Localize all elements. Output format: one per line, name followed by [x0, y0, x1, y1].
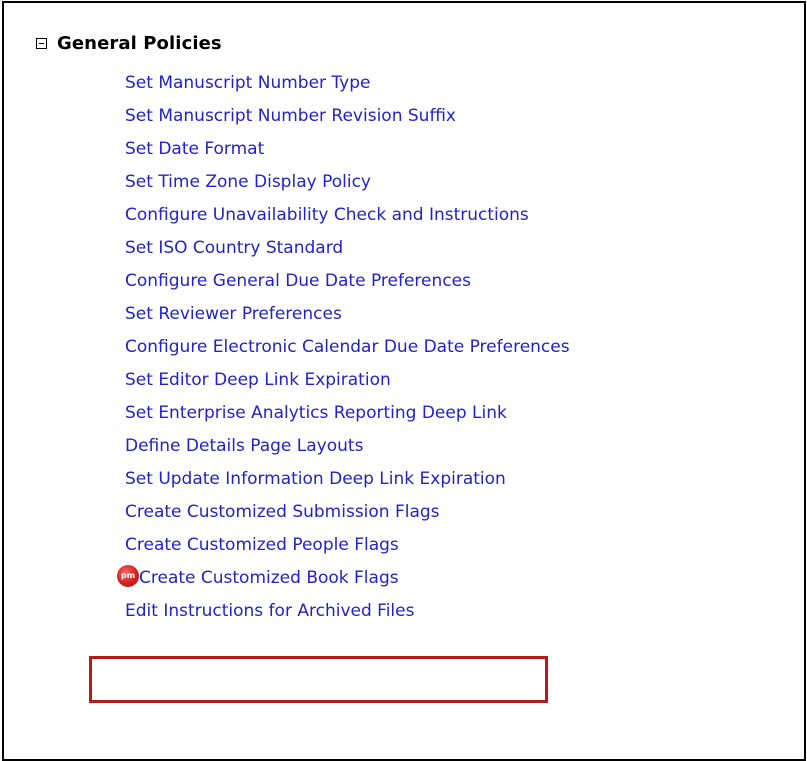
link-set-manuscript-number-type[interactable]: Set Manuscript Number Type — [125, 73, 370, 93]
link-set-date-format[interactable]: Set Date Format — [125, 139, 264, 159]
link-set-manuscript-number-revision-suffix[interactable]: Set Manuscript Number Revision Suffix — [125, 106, 456, 126]
link-set-enterprise-analytics-deep-link[interactable]: Set Enterprise Analytics Reporting Deep … — [125, 403, 507, 423]
list-item: Set Enterprise Analytics Reporting Deep … — [125, 396, 570, 429]
link-set-editor-deep-link-expiration[interactable]: Set Editor Deep Link Expiration — [125, 370, 391, 390]
link-create-customized-people-flags[interactable]: Create Customized People Flags — [125, 535, 399, 555]
link-set-time-zone-display-policy[interactable]: Set Time Zone Display Policy — [125, 172, 371, 192]
list-item: Set Manuscript Number Type — [125, 66, 570, 99]
link-configure-general-due-date-preferences[interactable]: Configure General Due Date Preferences — [125, 271, 471, 291]
list-item: Edit Instructions for Archived Files — [125, 594, 570, 627]
policy-link-list: Set Manuscript Number Type Set Manuscrip… — [117, 66, 570, 627]
pm-badge-icon: pm — [117, 564, 139, 587]
list-item: Set Manuscript Number Revision Suffix — [125, 99, 570, 132]
list-item: Set ISO Country Standard — [125, 231, 570, 264]
link-configure-electronic-calendar-due-date[interactable]: Configure Electronic Calendar Due Date P… — [125, 337, 570, 357]
list-item-highlighted: pm Create Customized Book Flags — [117, 561, 570, 594]
link-edit-instructions-archived-files[interactable]: Edit Instructions for Archived Files — [125, 601, 414, 621]
list-item: Configure General Due Date Preferences — [125, 264, 570, 297]
list-item: Create Customized Submission Flags — [125, 495, 570, 528]
link-set-iso-country-standard[interactable]: Set ISO Country Standard — [125, 238, 343, 258]
list-item: Set Reviewer Preferences — [125, 297, 570, 330]
link-create-customized-book-flags[interactable]: Create Customized Book Flags — [139, 568, 399, 588]
list-item: Configure Unavailability Check and Instr… — [125, 198, 570, 231]
list-item: Set Editor Deep Link Expiration — [125, 363, 570, 396]
collapse-minus-icon[interactable] — [36, 37, 47, 49]
list-item: Set Update Information Deep Link Expirat… — [125, 462, 570, 495]
list-item: Define Details Page Layouts — [125, 429, 570, 462]
section-title: General Policies — [57, 32, 222, 54]
link-configure-unavailability-check[interactable]: Configure Unavailability Check and Instr… — [125, 205, 529, 225]
link-set-update-information-deep-link[interactable]: Set Update Information Deep Link Expirat… — [125, 469, 506, 489]
section-header-general-policies: General Policies — [36, 31, 222, 55]
link-define-details-page-layouts[interactable]: Define Details Page Layouts — [125, 436, 363, 456]
link-create-customized-submission-flags[interactable]: Create Customized Submission Flags — [125, 502, 440, 522]
list-item: Configure Electronic Calendar Due Date P… — [125, 330, 570, 363]
list-item: Create Customized People Flags — [125, 528, 570, 561]
link-set-reviewer-preferences[interactable]: Set Reviewer Preferences — [125, 304, 342, 324]
list-item: Set Date Format — [125, 132, 570, 165]
list-item: Set Time Zone Display Policy — [125, 165, 570, 198]
